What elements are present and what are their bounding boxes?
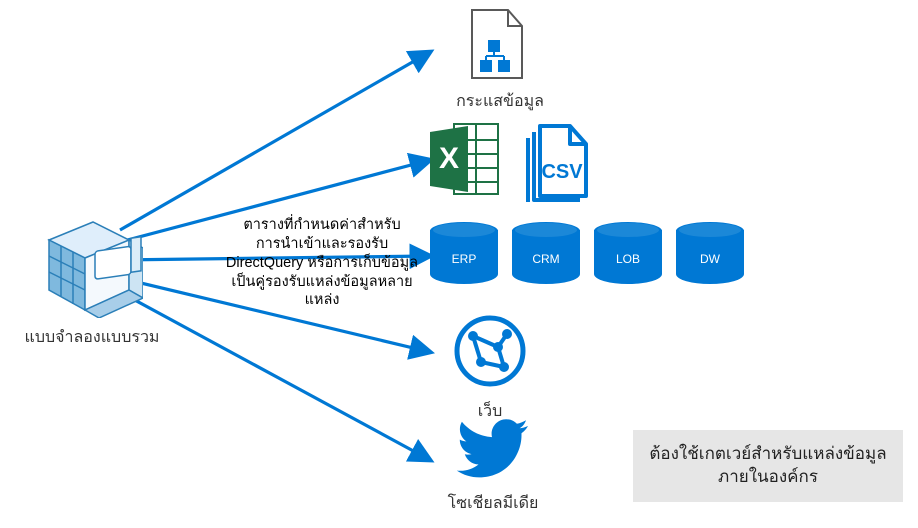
csv-icon: CSV — [528, 126, 586, 202]
db-erp: ERP — [430, 222, 498, 292]
excel-icon: X — [430, 124, 498, 194]
twitter-icon — [454, 418, 532, 482]
composite-model-label: แบบจำลองแบบรวม — [22, 328, 162, 349]
web-node: เว็บ — [430, 312, 550, 424]
dataflow-icon — [468, 6, 532, 82]
db-row: ERP CRM LOB DW — [430, 222, 744, 292]
dataflow-label: กระแสข้อมูล — [430, 89, 570, 114]
composite-model-cube: แบบจำลองแบบรวม — [28, 218, 148, 323]
import-mode-annotation: ตารางที่กำหนดค่าสำหรับการนำเข้าและรองรับ… — [222, 216, 422, 310]
dataflow-node: กระแสข้อมูล — [430, 6, 570, 114]
svg-text:CSV: CSV — [541, 161, 583, 183]
cube-icon — [33, 218, 143, 318]
db-crm: CRM — [512, 222, 580, 292]
db-label: CRM — [512, 252, 580, 266]
gateway-note-text: ต้องใช้เกตเวย์สำหรับแหล่งข้อมูลภายในองค์… — [647, 443, 889, 489]
db-dw: DW — [676, 222, 744, 292]
files-node: X CSV — [430, 118, 600, 207]
social-node: โซเชียลมีเดีย — [418, 418, 568, 516]
social-label: โซเชียลมีเดีย — [418, 491, 568, 516]
svg-text:X: X — [439, 142, 459, 175]
web-icon — [451, 312, 529, 390]
db-lob: LOB — [594, 222, 662, 292]
db-label: DW — [676, 252, 744, 266]
db-label: ERP — [430, 252, 498, 266]
gateway-note: ต้องใช้เกตเวย์สำหรับแหล่งข้อมูลภายในองค์… — [633, 430, 903, 502]
db-label: LOB — [594, 252, 662, 266]
